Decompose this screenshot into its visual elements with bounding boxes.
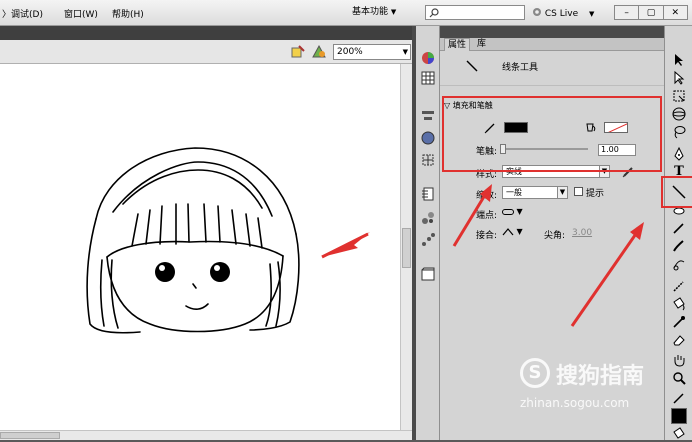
watermark-url: zhinan.sogou.com [520,396,630,410]
eyedropper-tool-icon[interactable] [671,314,687,330]
nose [192,283,197,289]
side-hair-strands [99,259,281,329]
highlight-box-line-tool [661,176,692,208]
window-controls: – ▢ ✕ [614,5,688,20]
highlight-box-fill-stroke [442,96,662,172]
close-button[interactable]: ✕ [664,6,687,19]
bangs-line [106,240,284,258]
cs-live-button[interactable]: CS Live ▼ [532,7,594,19]
eraser-tool-icon[interactable] [671,332,687,348]
deco-tool-icon[interactable] [671,256,687,272]
chevron-down-icon: ▼ [402,48,408,56]
color-wheel-icon[interactable] [420,50,436,66]
library-icon[interactable] [420,266,436,282]
vertical-scrollbar[interactable] [400,64,412,430]
cs-live-label: CS Live [544,9,579,19]
edit-bar: 200% ▼ [0,40,412,64]
zoom-select[interactable]: 200% ▼ [333,44,411,60]
free-transform-tool-icon[interactable] [671,88,687,104]
chevron-down-icon: ▼ [390,8,397,16]
bone-tool-icon[interactable] [671,278,687,294]
selection-tool-icon[interactable] [671,52,687,68]
subselection-tool-icon[interactable] [671,70,687,86]
menu-bar: 〉调试(D) 窗口(W) 帮助(H) 基本功能 ▼ CS Live ▼ – ▢ … [0,0,692,26]
edit-scene-icon[interactable] [311,44,327,60]
right-hair-side [249,233,300,331]
watermark-text: 搜狗指南 [556,364,645,389]
eyes [155,262,230,282]
cs-live-icon [533,8,541,16]
history-icon[interactable] [420,186,436,202]
face-outline [106,255,284,333]
horizontal-scrollbar[interactable] [0,430,412,440]
tool-name: 线条工具 [502,63,539,73]
align-icon[interactable] [420,108,436,124]
pencil-tool-icon[interactable] [671,220,687,236]
edit-symbol-icon[interactable] [290,44,306,60]
search-icon [429,8,439,18]
components-icon[interactable] [420,210,436,226]
motion-presets-icon[interactable] [420,232,436,248]
color-icon[interactable] [420,130,436,146]
tool-header: 线条工具 [440,52,664,86]
hair-outline [95,147,297,235]
swatches-icon[interactable] [420,70,436,86]
lasso-tool-icon[interactable] [671,124,687,140]
document-tab-bar [0,26,412,40]
pen-tool-icon[interactable] [671,146,687,162]
tab-library[interactable]: 库 [474,38,489,51]
panel-tabs: 属性 库 [440,38,664,51]
scroll-thumb[interactable] [0,432,60,439]
workspace-switcher[interactable]: 基本功能 ▼ [352,3,420,22]
line-tool-icon [466,60,478,72]
minimize-button[interactable]: – [615,6,640,19]
panel-icon-strip [416,26,440,440]
watermark-logo: S [520,358,550,388]
left-hair-side [86,218,141,334]
chevron-down-icon: ▼ [589,10,595,18]
red-arrow-annotations [452,184,644,327]
transform-icon[interactable] [420,152,436,168]
watermark: S 搜狗指南 zhinan.sogou.com [520,358,680,418]
maximize-button[interactable]: ▢ [639,6,664,19]
3d-rotation-tool-icon[interactable] [671,106,687,122]
workspace-label: 基本功能 [352,7,389,17]
mouth [185,303,209,310]
panel-title-bar [440,26,664,38]
scroll-thumb[interactable] [402,228,411,268]
paint-bucket-tool-icon[interactable] [671,296,687,312]
search-input[interactable] [425,5,525,20]
stage-canvas[interactable] [0,64,400,430]
menu-window[interactable]: 窗口(W) [64,7,98,20]
brush-tool-icon[interactable] [671,238,687,254]
face-drawing [86,147,370,334]
menu-debug[interactable]: 〉调试(D) [2,7,43,20]
zoom-value: 200% [337,47,363,57]
tab-properties[interactable]: 属性 [444,38,471,51]
menu-help[interactable]: 帮助(H) [112,7,144,20]
